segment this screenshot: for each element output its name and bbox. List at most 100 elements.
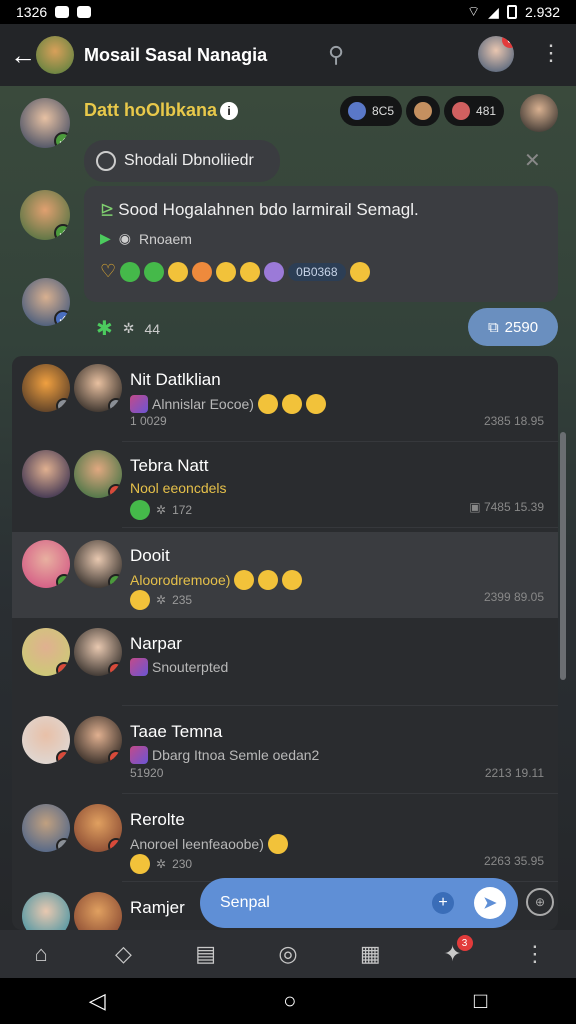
- user-avatar-icon: [414, 102, 433, 120]
- thread-name: Ramjer: [130, 898, 185, 917]
- shield-icon: [348, 102, 366, 120]
- thread-preview: Nool eeoncdels: [130, 480, 227, 496]
- diamond-icon[interactable]: ◇: [103, 941, 143, 967]
- thread-meta: 1 0029: [130, 414, 167, 428]
- list-item[interactable]: ✓ ✓ Nit Datlklian Alnnislar Eocoe) 1 002…: [12, 356, 558, 442]
- avatar: ✓: [22, 716, 70, 764]
- emoji: [130, 500, 150, 520]
- thread-time: 2263 35.95: [483, 854, 544, 868]
- scrollbar[interactable]: [560, 432, 566, 680]
- attach-icon[interactable]: ⊕: [526, 888, 554, 916]
- home-circle-icon[interactable]: ○: [283, 988, 296, 1014]
- message-icon: [77, 6, 92, 18]
- group-avatar[interactable]: [36, 36, 74, 74]
- divider: [122, 705, 558, 706]
- avatar: ✓: [74, 450, 122, 498]
- list-icon[interactable]: ▤: [186, 941, 226, 967]
- verified-check-icon: ✓: [54, 132, 70, 148]
- emoji: [130, 854, 150, 874]
- pinned-message-area: ✓ Datt hoOlbkana i 8C5 481 Shodali Dbnol…: [0, 86, 576, 366]
- chip-2[interactable]: 481: [444, 96, 505, 126]
- send-button[interactable]: ➤: [474, 887, 506, 919]
- heart-icon[interactable]: ♡: [100, 261, 116, 282]
- header-chips: 8C5 481: [340, 96, 505, 126]
- emoji-reaction[interactable]: [192, 261, 213, 282]
- avatar: ✓: [22, 364, 70, 412]
- recents-icon[interactable]: □: [474, 988, 487, 1014]
- star-icon: ✲: [122, 320, 135, 336]
- wifi-icon: ⌔: [467, 3, 481, 19]
- star-icon: ✲: [156, 857, 167, 871]
- more-icon[interactable]: ⋮: [515, 941, 555, 967]
- emoji-reaction[interactable]: [168, 261, 189, 282]
- chat-title[interactable]: Mosail Sasal Nanagia: [84, 45, 267, 66]
- profile-avatar[interactable]: 6: [478, 36, 514, 72]
- emoji: [258, 570, 279, 590]
- emoji: [282, 570, 303, 590]
- emoji-reaction[interactable]: [264, 261, 285, 282]
- star-icon: ✲: [156, 593, 167, 607]
- list-item[interactable]: ✓ ✓ Taae Temna Dbarg Itnoa Semle oedan2 …: [12, 708, 558, 794]
- add-icon[interactable]: +: [432, 892, 454, 914]
- emoji-reaction[interactable]: [240, 261, 261, 282]
- back-arrow-icon[interactable]: ←: [10, 40, 36, 71]
- participant-avatar[interactable]: [520, 94, 558, 132]
- count-pill[interactable]: ⧉ 2590: [468, 308, 558, 346]
- list-item[interactable]: ✓ ✓ Dooit Aloorodremooe) ✲ 235 2399 89.05: [12, 532, 558, 618]
- thread-preview: Snouterpted: [130, 658, 228, 676]
- thread-time: 2399 89.05: [483, 590, 544, 604]
- thread-meta: ✲ 230: [130, 854, 192, 874]
- avatar: [22, 892, 70, 930]
- sender-avatar[interactable]: ✓: [20, 98, 70, 148]
- home-icon[interactable]: ⌂: [21, 941, 61, 967]
- list-item[interactable]: ✓ ✓ Narpar Snouterpted: [12, 620, 558, 706]
- sender-name[interactable]: Datt hoOlbkana: [84, 100, 217, 121]
- notification-icon: [55, 6, 70, 18]
- sparkle-icon: ✱: [96, 318, 113, 340]
- back-icon[interactable]: ◁: [89, 988, 106, 1014]
- list-item[interactable]: ✓ ✓ Rerolte Anoroel leenfeaoobe) ✲ 230 22…: [12, 796, 558, 882]
- tag-icon: [452, 102, 471, 120]
- notifications-icon[interactable]: ✦ 3: [433, 935, 473, 967]
- emoji: [281, 394, 302, 414]
- chip-avatar[interactable]: [406, 96, 441, 126]
- second-avatar[interactable]: ✓: [20, 190, 70, 240]
- calendar-icon: ▣: [469, 500, 484, 514]
- list-item[interactable]: ✓ Tebra Natt Nool eeoncdels ✲ 172 ▣ 7485 …: [12, 442, 558, 528]
- nav-badge: 3: [456, 935, 473, 951]
- message-text: ⊵ Sood Hogalahnen bdo larmirail Semagl.: [100, 200, 419, 219]
- system-nav: ◁ ○ □: [0, 978, 576, 1024]
- divider: [122, 793, 558, 794]
- voice-row[interactable]: ▶ ◉ Rnoaem: [100, 230, 542, 247]
- play-icon[interactable]: ▶: [100, 230, 111, 247]
- reply-chip[interactable]: Shodali Dbnoliiedr: [84, 140, 280, 182]
- thread-preview: Anoroel leenfeaoobe): [130, 834, 288, 854]
- reaction-count: 0B0368: [288, 262, 346, 281]
- profile-notification-badge: 6: [502, 36, 514, 48]
- more-options-icon[interactable]: ⋮: [540, 40, 562, 66]
- emoji-reaction[interactable]: [144, 261, 165, 282]
- chip-1[interactable]: 8C5: [340, 96, 403, 126]
- avatar: ✓: [74, 804, 122, 852]
- message-bubble[interactable]: ⊵ Sood Hogalahnen bdo larmirail Semagl. ▶…: [84, 186, 558, 302]
- emoji-reaction[interactable]: [216, 261, 237, 282]
- emoji-reaction[interactable]: [349, 261, 370, 282]
- sender-info-icon[interactable]: i: [220, 102, 238, 120]
- emoji: [267, 834, 288, 854]
- status-icon: ✓: [108, 750, 122, 764]
- status-icon: ✓: [56, 838, 70, 852]
- third-avatar[interactable]: ✓: [22, 278, 70, 326]
- compose-input[interactable]: Senpal: [220, 894, 432, 912]
- explore-icon[interactable]: ◎: [268, 941, 308, 967]
- compose-bar[interactable]: Senpal + ➤: [200, 878, 518, 928]
- reaction-summary[interactable]: ✱ ✲ 44: [96, 316, 160, 341]
- gem-icon: [130, 746, 148, 764]
- avatar: ✓: [74, 540, 122, 588]
- emoji-reaction[interactable]: [120, 261, 141, 282]
- search-icon[interactable]: ⚲: [328, 42, 344, 68]
- calendar-icon[interactable]: ▦: [350, 941, 390, 967]
- star-icon: ✲: [156, 503, 167, 517]
- emoji: [234, 570, 255, 590]
- status-icon: ✓: [56, 574, 70, 588]
- close-icon[interactable]: ✕: [524, 148, 541, 173]
